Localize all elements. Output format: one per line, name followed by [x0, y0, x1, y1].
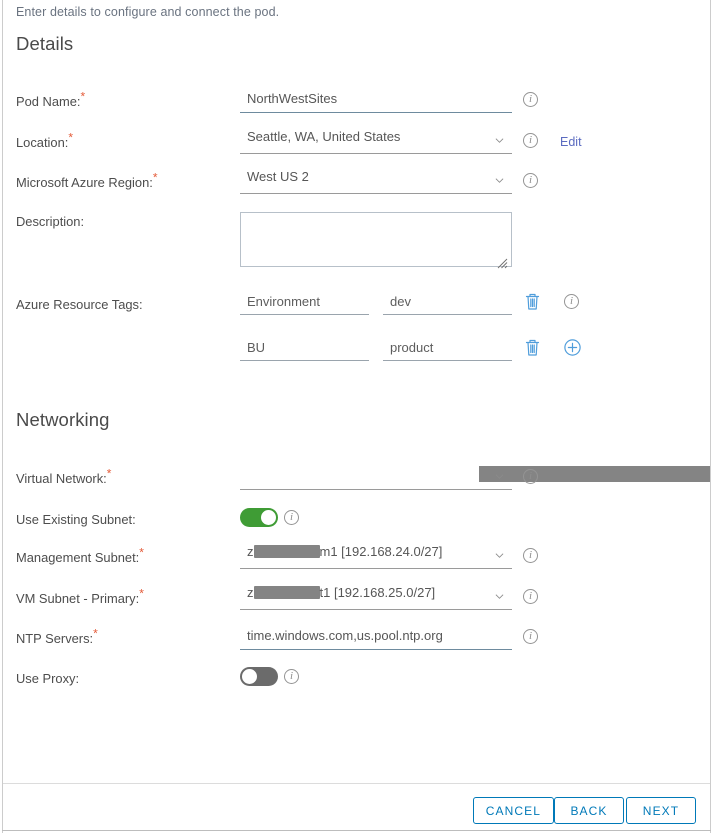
use-existing-subnet-toggle[interactable] — [240, 508, 278, 527]
chevron-down-icon — [495, 592, 504, 601]
vm-subnet-primary-select[interactable]: z t1 [192.168.25.0/27] — [240, 584, 512, 610]
label-location-text: Location: — [16, 135, 69, 150]
info-icon-vm-subnet-primary[interactable]: i — [523, 589, 538, 604]
label-management-subnet: Management Subnet:* — [16, 541, 144, 575]
label-virtual-network-text: Virtual Network: — [16, 471, 107, 486]
chevron-down-icon — [495, 551, 504, 560]
info-icon-use-proxy[interactable]: i — [284, 669, 299, 684]
required-asterisk: * — [80, 89, 86, 104]
info-icon-ntp-servers[interactable]: i — [523, 629, 538, 644]
label-pod-name: Pod Name:* — [16, 85, 85, 119]
tag-value-input-0[interactable] — [383, 290, 512, 315]
info-icon-location[interactable]: i — [523, 133, 538, 148]
management-subnet-prefix: z — [247, 544, 254, 559]
virtual-network-select[interactable] — [240, 464, 710, 490]
required-asterisk: * — [106, 466, 112, 481]
label-azure-region-text: Microsoft Azure Region: — [16, 175, 153, 190]
info-icon-azure-region[interactable]: i — [523, 173, 538, 188]
redacted-management-subnet-segment — [253, 545, 320, 558]
required-asterisk: * — [139, 545, 144, 560]
management-subnet-suffix: m1 [192.168.24.0/27] — [319, 544, 443, 559]
label-azure-resource-tags-text: Azure Resource Tags: — [16, 297, 143, 312]
label-azure-resource-tags: Azure Resource Tags: — [16, 288, 143, 322]
azure-region-select-value: West US 2 — [247, 169, 309, 184]
info-icon-azure-resource-tags[interactable]: i — [564, 294, 579, 309]
frame-border-right — [710, 0, 711, 833]
wizard-footer: CANCEL BACK NEXT — [3, 783, 710, 830]
label-vm-subnet-primary: VM Subnet - Primary:* — [16, 582, 144, 616]
vm-subnet-primary-suffix: t1 [192.168.25.0/27] — [319, 585, 436, 600]
toggle-knob — [261, 510, 276, 525]
label-use-proxy-text: Use Proxy: — [16, 671, 80, 686]
label-use-proxy: Use Proxy: — [16, 662, 79, 696]
tag-key-input-1[interactable] — [240, 336, 369, 361]
label-pod-name-text: Pod Name: — [16, 94, 81, 109]
location-select[interactable]: Seattle, WA, United States — [240, 128, 512, 154]
use-proxy-toggle[interactable] — [240, 667, 278, 686]
tag-key-input-0[interactable] — [240, 290, 369, 315]
redacted-vm-subnet-segment — [253, 586, 320, 599]
chevron-down-icon — [495, 176, 504, 185]
required-asterisk: * — [68, 130, 73, 145]
description-textarea[interactable] — [240, 212, 512, 267]
back-button[interactable]: BACK — [554, 797, 624, 824]
ntp-servers-input[interactable] — [240, 624, 512, 650]
required-asterisk: * — [139, 586, 144, 601]
delete-tag-icon-1[interactable] — [524, 338, 541, 357]
tag-value-input-1[interactable] — [383, 336, 512, 361]
toggle-knob — [242, 669, 257, 684]
label-virtual-network: Virtual Network:* — [16, 462, 111, 496]
required-asterisk: * — [152, 170, 158, 185]
redacted-virtual-network-value — [479, 466, 710, 482]
info-icon-use-existing-subnet[interactable]: i — [284, 510, 299, 525]
azure-region-select[interactable]: West US 2 — [240, 168, 512, 194]
label-location: Location:* — [16, 126, 73, 160]
required-asterisk: * — [93, 626, 98, 641]
pod-name-input[interactable] — [240, 87, 512, 113]
label-description: Description: — [16, 205, 84, 239]
label-management-subnet-text: Management Subnet: — [16, 550, 140, 565]
management-subnet-select-value: z m1 [192.168.24.0/27] — [247, 544, 442, 559]
chevron-down-icon — [495, 136, 504, 145]
label-vm-subnet-primary-text: VM Subnet - Primary: — [16, 591, 140, 606]
label-description-text: Description: — [16, 214, 85, 229]
section-heading-details: Details — [16, 33, 74, 54]
location-edit-link[interactable]: Edit — [560, 135, 582, 149]
vm-subnet-primary-select-value: z t1 [192.168.25.0/27] — [247, 585, 435, 600]
cancel-button[interactable]: CANCEL — [472, 797, 554, 824]
info-icon-management-subnet[interactable]: i — [523, 548, 538, 563]
delete-tag-icon-0[interactable] — [524, 292, 541, 311]
management-subnet-select[interactable]: z m1 [192.168.24.0/27] — [240, 543, 512, 569]
label-use-existing-subnet: Use Existing Subnet: — [16, 503, 136, 537]
frame-border-bottom — [2, 830, 711, 831]
label-use-existing-subnet-text: Use Existing Subnet: — [16, 512, 136, 527]
wizard-intro-text: Enter details to configure and connect t… — [16, 5, 280, 19]
info-icon-pod-name[interactable]: i — [523, 92, 538, 107]
info-icon-virtual-network[interactable]: i — [523, 469, 538, 484]
location-select-value: Seattle, WA, United States — [247, 129, 401, 144]
label-ntp-servers: NTP Servers:* — [16, 622, 98, 656]
wizard-body: Enter details to configure and connect t… — [3, 0, 710, 783]
configure-pod-wizard: Enter details to configure and connect t… — [0, 0, 720, 833]
vm-subnet-primary-prefix: z — [247, 585, 254, 600]
label-azure-region: Microsoft Azure Region:* — [16, 166, 158, 200]
add-tag-icon[interactable] — [564, 339, 581, 356]
section-heading-networking: Networking — [16, 409, 110, 430]
label-ntp-servers-text: NTP Servers: — [16, 631, 94, 646]
next-button[interactable]: NEXT — [626, 797, 696, 824]
